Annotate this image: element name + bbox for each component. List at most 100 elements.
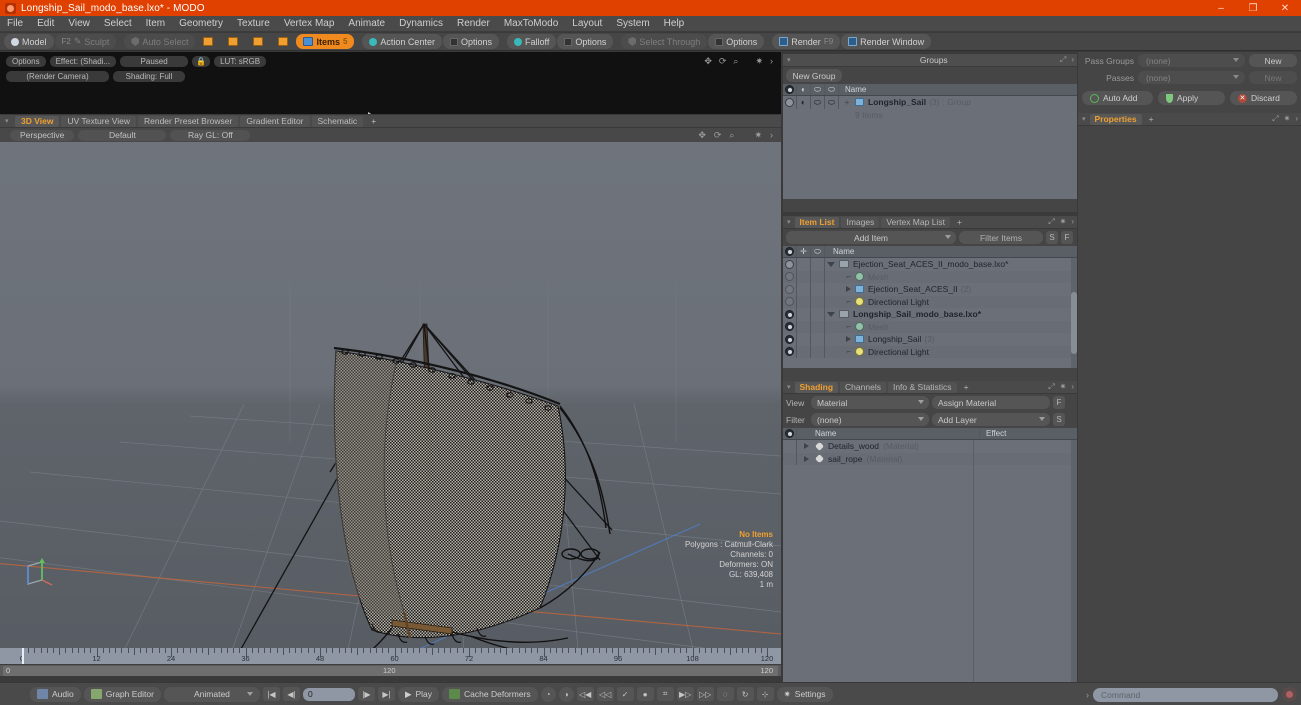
gear-icon[interactable]: ✷ [755,56,763,67]
component-mode-materials[interactable] [271,34,295,49]
table-row[interactable]: Longship_Sail_modo_base.lxo* [783,308,1077,321]
groups-subrow[interactable]: 9 Items [783,109,1077,122]
item-list-add-tab[interactable]: + [952,217,967,228]
current-frame-input[interactable]: 0 [302,687,355,701]
tab-info-statistics[interactable]: Info & Statistics [887,381,957,393]
tab-vertex-map-list[interactable]: Vertex Map List [881,216,950,228]
viewport-raygl-toggle[interactable]: Ray GL: Off [170,129,251,141]
add-layer-dropdown[interactable]: Add Layer [932,413,1050,426]
filter-items-input[interactable]: Filter Items [959,231,1043,244]
next-frame-button[interactable]: |▶ [357,687,375,701]
menu-help[interactable]: Help [657,16,692,32]
group-visibility-toggle[interactable] [783,96,797,109]
properties-add-tab[interactable]: + [1144,114,1159,125]
menu-select[interactable]: Select [97,16,139,32]
timeline-ruler[interactable]: 01224364860728496108120 [0,648,781,664]
shading-menu-icon[interactable]: ▾ [787,383,793,391]
component-mode-vertices[interactable] [196,34,220,49]
row-expand-icon[interactable] [846,286,851,293]
material-expand-icon[interactable] [803,443,809,450]
viewport-gear-icon[interactable]: ✷ [754,130,762,141]
tab-channels[interactable]: Channels [840,381,886,393]
cycle-key-button[interactable]: ↻ [736,687,754,701]
item-list-f-button[interactable]: F [1061,231,1073,244]
material-visibility-toggle[interactable] [783,452,797,465]
row-visibility-toggle[interactable] [783,308,797,321]
shading-add-tab[interactable]: + [959,382,974,393]
settings-button[interactable]: ✷ Settings [776,686,833,702]
row-lock-toggle[interactable] [797,320,811,333]
row-lock-toggle[interactable] [797,308,811,321]
row-render-toggle[interactable] [811,308,825,321]
tab-gradient-editor[interactable]: Gradient Editor [240,115,310,127]
prev-frame-button[interactable]: ◀| [282,687,300,701]
rotate-icon[interactable]: ⟳ [719,56,727,67]
table-row[interactable]: ⌐ Directional Light [783,295,1077,308]
row-lock-toggle[interactable] [797,283,811,296]
row-visibility-toggle[interactable] [783,345,797,358]
passes-new-button[interactable]: New [1249,71,1297,84]
key-next-button[interactable]: ▶▷ [676,687,694,701]
row-render-toggle[interactable] [811,283,825,296]
render-button[interactable]: Render F9 [772,34,841,49]
select-through-options-button[interactable]: Options [708,34,765,49]
auto-add-button[interactable]: Auto Add [1082,91,1153,105]
row-render-toggle[interactable] [811,270,825,283]
add-item-dropdown[interactable]: Add Item [786,231,956,244]
add-tab-button[interactable]: + [365,116,382,127]
row-render-toggle[interactable] [811,295,825,308]
shading-view-dropdown[interactable]: Material [811,396,929,409]
menu-edit[interactable]: Edit [30,16,61,32]
ghost-after-button[interactable]: ◑ [558,686,574,702]
menu-view[interactable]: View [61,16,97,32]
table-row[interactable]: ⌐ Mesh [783,270,1077,283]
row-lock-toggle[interactable] [797,258,811,271]
close-button[interactable]: ✕ [1269,0,1301,16]
row-collapse-icon[interactable] [827,261,835,267]
ghost-before-button[interactable]: ◔ [540,686,556,702]
row-visibility-toggle[interactable] [783,320,797,333]
preview-camera-button[interactable]: (Render Camera) [6,71,109,82]
menu-render[interactable]: Render [450,16,497,32]
group-render-toggle[interactable]: ◐ [797,96,811,109]
groups-chevron-right-icon[interactable]: › [1071,55,1074,65]
component-mode-polygons[interactable] [246,34,270,49]
menu-animate[interactable]: Animate [341,16,392,32]
row-expand-icon[interactable] [846,336,851,343]
zoom-icon[interactable]: ⌕ [733,56,738,67]
action-center-options-button[interactable]: Options [442,34,499,49]
action-center-button[interactable]: Action Center [362,34,442,49]
item-list-chevron-right-icon[interactable]: › [1071,217,1074,227]
table-row[interactable]: ⌐ Mesh [783,320,1077,333]
row-visibility-toggle[interactable] [783,295,797,308]
table-row[interactable]: sail_rope (Material) [783,452,1077,465]
key-last-button[interactable]: ▷▷ [696,687,714,701]
falloff-button[interactable]: Falloff [506,34,557,49]
item-list-gear-icon[interactable]: ✷ [1060,217,1067,227]
scrollbar-thumb[interactable] [1071,292,1077,354]
row-visibility-toggle[interactable] [783,283,797,296]
model-mode-button[interactable]: Model [4,34,54,49]
viewport-projection-dropdown[interactable]: Perspective [10,129,75,141]
table-row[interactable]: Longship_Sail (3) [783,333,1077,346]
pass-groups-dropdown[interactable]: (none) [1138,54,1245,67]
shading-expand-icon[interactable]: ⤢ [1048,382,1054,392]
shading-s-button[interactable]: S [1053,413,1065,426]
tab-images[interactable]: Images [841,216,880,228]
minimize-button[interactable]: – [1205,0,1237,16]
shading-gear-icon[interactable]: ✷ [1060,382,1067,392]
row-collapse-icon[interactable] [827,311,835,317]
assign-material-button[interactable]: Assign Material [932,396,1050,409]
shading-list-body[interactable]: Details_wood (Material) sail_rope (Material… [783,440,1077,682]
delete-key-button[interactable]: ⌗ [656,687,674,701]
timeline-playhead[interactable] [22,648,24,664]
row-render-toggle[interactable] [811,320,825,333]
groups-row[interactable]: ◐ ⬭ ⬭ + Longship_Sail (3) : Group [783,96,1077,109]
material-expand-icon[interactable] [803,455,809,462]
cache-deformers-button[interactable]: Cache Deformers [442,686,538,702]
table-row[interactable]: Ejection_Seat_ACES_II (2) [783,283,1077,296]
row-visibility-toggle[interactable] [783,333,797,346]
menu-file[interactable]: File [0,16,30,32]
row-lock-toggle[interactable] [797,295,811,308]
viewport-chevron-right-icon[interactable]: › [770,130,773,141]
